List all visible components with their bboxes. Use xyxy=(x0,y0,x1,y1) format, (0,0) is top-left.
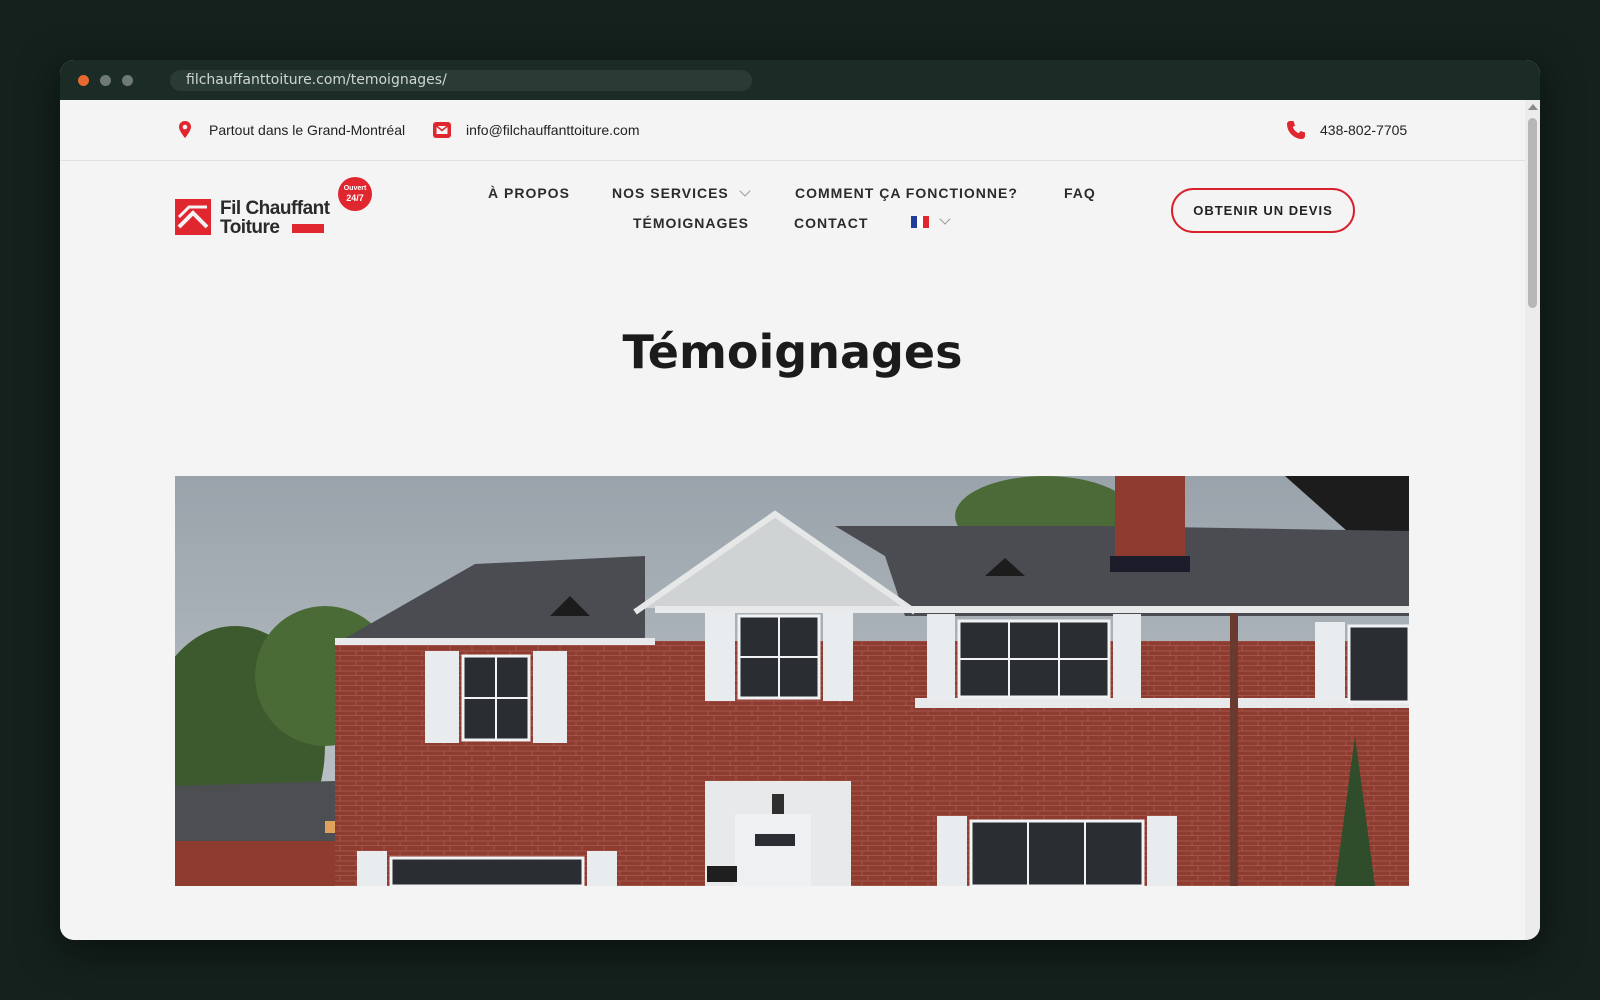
nav-label: FAQ xyxy=(1064,185,1096,201)
french-flag-icon xyxy=(911,215,929,228)
page-title: Témoignages xyxy=(622,325,963,379)
map-pin-icon xyxy=(179,121,191,138)
nav-item-comment-ca-fonctionne[interactable]: COMMENT ÇA FONCTIONNE? xyxy=(795,185,1018,201)
phone-info[interactable]: 438-802-7705 xyxy=(1286,100,1407,160)
nav-item-contact[interactable]: CONTACT xyxy=(794,215,868,231)
phone-icon xyxy=(1287,121,1305,139)
browser-window: filchauffanttoiture.com/temoignages/ Par… xyxy=(60,60,1540,940)
nav-label: TÉMOIGNAGES xyxy=(633,215,750,231)
top-info-bar: Partout dans le Grand-Montréal info@filc… xyxy=(60,100,1525,161)
address-bar[interactable]: filchauffanttoiture.com/temoignages/ xyxy=(170,70,752,91)
site-header: Fil Chauffant Toiture Ouvert 24/7 À PROP… xyxy=(60,161,1525,271)
mail-icon xyxy=(433,122,451,138)
nav-item-nos-services[interactable]: NOS SERVICES xyxy=(612,184,751,201)
logo-text-line2: Toiture xyxy=(220,217,280,238)
nav-label: À PROPOS xyxy=(488,185,570,201)
nav-item-a-propos[interactable]: À PROPOS xyxy=(488,185,570,201)
page-scrollbar[interactable] xyxy=(1525,100,1540,940)
email-link[interactable]: info@filchauffanttoiture.com xyxy=(466,122,640,138)
email-info[interactable]: info@filchauffanttoiture.com xyxy=(432,100,640,160)
close-window-button[interactable] xyxy=(78,75,89,86)
badge-bottom-text: 24/7 xyxy=(346,193,364,203)
site-logo[interactable]: Fil Chauffant Toiture Ouvert 24/7 xyxy=(175,177,385,241)
logo-tagline-bar xyxy=(292,224,324,233)
nav-label: NOS SERVICES xyxy=(612,185,729,201)
browser-titlebar: filchauffanttoiture.com/temoignages/ xyxy=(60,60,1540,100)
roof-logo-icon xyxy=(175,199,211,235)
house-illustration xyxy=(175,476,1409,886)
location-text: Partout dans le Grand-Montréal xyxy=(209,122,406,138)
hero-house-image xyxy=(175,476,1409,886)
nav-label: CONTACT xyxy=(794,215,869,231)
chevron-down-icon xyxy=(939,212,951,225)
location-info: Partout dans le Grand-Montréal xyxy=(175,100,405,160)
scrollbar-thumb[interactable] xyxy=(1528,118,1537,308)
language-selector[interactable] xyxy=(911,212,951,228)
nav-item-faq[interactable]: FAQ xyxy=(1064,185,1096,201)
nav-item-temoignages[interactable]: TÉMOIGNAGES xyxy=(633,215,749,231)
maximize-window-button[interactable] xyxy=(122,75,133,86)
web-page: Partout dans le Grand-Montréal info@filc… xyxy=(60,100,1525,940)
badge-top-text: Ouvert xyxy=(343,185,367,192)
minimize-window-button[interactable] xyxy=(100,75,111,86)
scroll-up-arrow-icon[interactable] xyxy=(1528,104,1538,110)
nav-label: COMMENT ÇA FONCTIONNE? xyxy=(795,185,1018,201)
chevron-down-icon xyxy=(739,184,751,197)
get-quote-button[interactable]: OBTENIR UN DEVIS xyxy=(1171,188,1355,233)
phone-link[interactable]: 438-802-7705 xyxy=(1320,122,1407,138)
open-24-7-badge: Ouvert 24/7 xyxy=(338,177,372,211)
